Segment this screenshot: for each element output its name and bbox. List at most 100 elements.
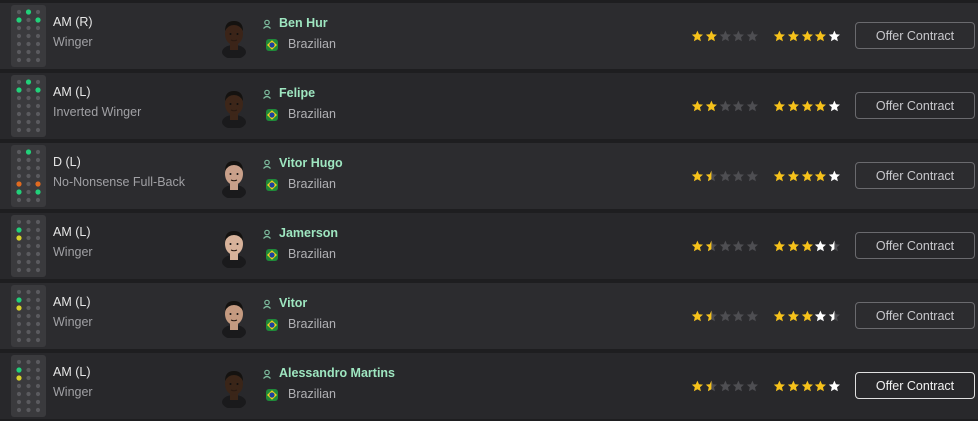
star-icon <box>801 310 813 322</box>
offer-contract-button[interactable]: Offer Contract <box>855 232 975 259</box>
offer-contract-button[interactable]: Offer Contract <box>855 22 975 49</box>
star-icon <box>705 100 717 112</box>
brazil-flag-icon <box>266 179 278 191</box>
star-icon <box>815 170 827 182</box>
star-icon <box>773 170 785 182</box>
position-pitch-icon <box>11 215 46 277</box>
star-icon <box>801 240 813 252</box>
star-icon <box>719 310 731 322</box>
star-icon <box>746 380 759 392</box>
player-status-icon <box>263 159 271 169</box>
player-nationality: Brazilian <box>288 107 336 121</box>
potential-ability-stars <box>773 380 841 392</box>
star-icon <box>801 170 813 182</box>
star-icon <box>773 380 785 392</box>
star-icon <box>719 380 731 392</box>
potential-ability-stars <box>773 170 841 182</box>
position-pitch-icon <box>11 145 46 207</box>
player-status-icon <box>263 229 271 239</box>
current-ability-stars <box>691 380 759 392</box>
player-nationality: Brazilian <box>288 247 336 261</box>
star-icon <box>815 30 827 42</box>
player-role: Winger <box>53 35 93 49</box>
player-name[interactable]: Felipe <box>279 86 315 100</box>
player-status-icon <box>263 89 271 99</box>
offer-contract-button[interactable]: Offer Contract <box>855 372 975 399</box>
star-icon <box>746 100 759 112</box>
player-role: Inverted Winger <box>53 105 142 119</box>
star-icon <box>828 380 841 392</box>
star-icon <box>787 170 799 182</box>
offer-contract-button[interactable]: Offer Contract <box>855 162 975 189</box>
star-icon <box>733 380 745 392</box>
star-icon <box>815 310 827 322</box>
star-icon <box>691 240 703 252</box>
current-ability-stars <box>691 100 759 112</box>
star-icon <box>787 240 799 252</box>
star-icon <box>801 100 813 112</box>
player-face-avatar[interactable] <box>219 296 249 338</box>
player-position: D (L) <box>53 155 81 169</box>
star-icon <box>773 240 785 252</box>
player-row[interactable]: AM (L) Winger Alessandro Martins Brazili… <box>0 353 978 419</box>
player-row[interactable]: D (L) No-Nonsense Full-Back Vitor Hugo B… <box>0 143 978 209</box>
player-name[interactable]: Vitor Hugo <box>279 156 343 170</box>
player-position: AM (R) <box>53 15 93 29</box>
star-icon <box>787 380 799 392</box>
star-icon <box>828 170 841 182</box>
brazil-flag-icon <box>266 249 278 261</box>
brazil-flag-icon <box>266 389 278 401</box>
player-role: Winger <box>53 315 93 329</box>
current-ability-stars <box>691 240 759 252</box>
star-icon <box>691 30 703 42</box>
player-face-avatar[interactable] <box>219 226 249 268</box>
star-icon <box>801 380 813 392</box>
star-icon <box>733 100 745 112</box>
player-row[interactable]: AM (L) Winger Jamerson Brazilian Offer C… <box>0 213 978 279</box>
player-face-avatar[interactable] <box>219 16 249 58</box>
star-icon <box>733 240 745 252</box>
star-icon <box>746 30 759 42</box>
player-position: AM (L) <box>53 365 91 379</box>
player-face-avatar[interactable] <box>219 156 249 198</box>
player-position: AM (L) <box>53 225 91 239</box>
star-icon <box>773 310 785 322</box>
player-status-icon <box>263 369 271 379</box>
player-role: Winger <box>53 385 93 399</box>
offer-contract-button[interactable]: Offer Contract <box>855 92 975 119</box>
star-icon <box>733 170 745 182</box>
player-position: AM (L) <box>53 85 91 99</box>
potential-ability-stars <box>773 240 841 252</box>
player-row[interactable]: AM (R) Winger Ben Hur Brazilian Offer Co… <box>0 3 978 69</box>
player-name[interactable]: Alessandro Martins <box>279 366 395 380</box>
player-row[interactable]: AM (L) Winger Vitor Brazilian Offer Cont… <box>0 283 978 349</box>
player-role: Winger <box>53 245 93 259</box>
star-icon <box>719 30 731 42</box>
offer-contract-button[interactable]: Offer Contract <box>855 302 975 329</box>
star-icon <box>828 240 841 252</box>
star-icon <box>787 310 799 322</box>
star-icon <box>705 30 717 42</box>
player-status-icon <box>263 19 271 29</box>
star-icon <box>705 310 717 322</box>
star-icon <box>691 170 703 182</box>
player-name[interactable]: Ben Hur <box>279 16 328 30</box>
player-row[interactable]: AM (L) Inverted Winger Felipe Brazilian … <box>0 73 978 139</box>
player-face-avatar[interactable] <box>219 86 249 128</box>
star-icon <box>801 30 813 42</box>
current-ability-stars <box>691 170 759 182</box>
player-name[interactable]: Jamerson <box>279 226 338 240</box>
potential-ability-stars <box>773 310 841 322</box>
player-name[interactable]: Vitor <box>279 296 307 310</box>
star-icon <box>815 380 827 392</box>
player-list: AM (R) Winger Ben Hur Brazilian Offer Co… <box>0 0 978 421</box>
player-face-avatar[interactable] <box>219 366 249 408</box>
player-nationality: Brazilian <box>288 37 336 51</box>
star-icon <box>815 100 827 112</box>
star-icon <box>746 240 759 252</box>
star-icon <box>691 100 703 112</box>
potential-ability-stars <box>773 100 841 112</box>
player-position: AM (L) <box>53 295 91 309</box>
player-nationality: Brazilian <box>288 317 336 331</box>
potential-ability-stars <box>773 30 841 42</box>
